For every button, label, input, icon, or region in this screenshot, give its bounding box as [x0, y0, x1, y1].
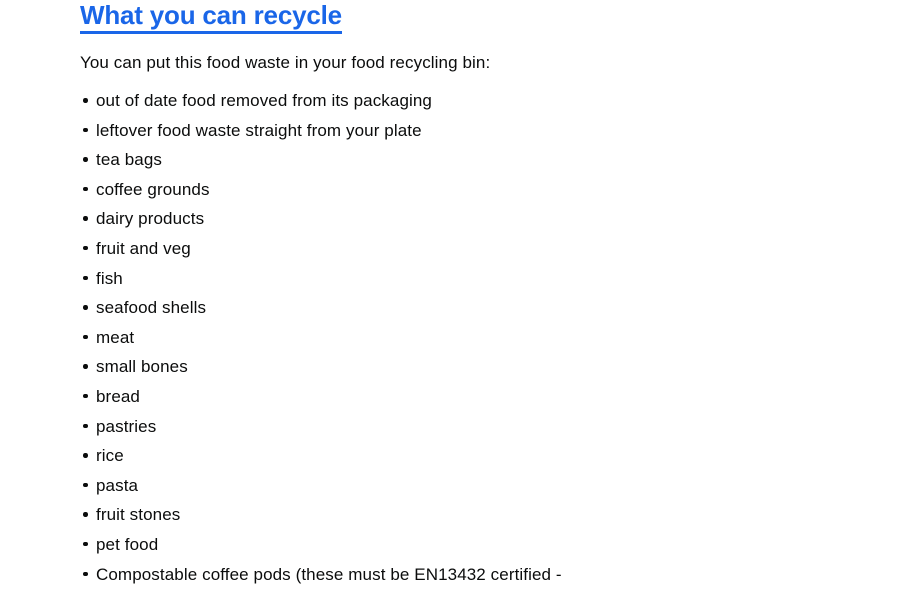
- page-root: What you can recycle You can put this fo…: [0, 0, 900, 600]
- intro-paragraph: You can put this food waste in your food…: [80, 53, 491, 72]
- list-item: Compostable coffee pods (these must be E…: [80, 566, 840, 583]
- list-item: dairy products: [80, 210, 840, 227]
- bullet-icon: [83, 364, 88, 369]
- bullet-icon: [83, 453, 88, 458]
- bullet-icon: [83, 393, 88, 399]
- list-item-label: Compostable coffee pods (these must be E…: [96, 564, 562, 584]
- bullet-icon: [83, 127, 88, 133]
- bullet-icon: [83, 512, 88, 517]
- list-item: meat: [80, 329, 840, 346]
- list-item: small bones: [80, 358, 840, 375]
- bullet-icon: [83, 216, 88, 221]
- bullet-icon: [83, 305, 88, 310]
- bullet-icon: [83, 571, 88, 576]
- list-item-label: fish: [96, 268, 123, 288]
- list-item-label: rice: [96, 446, 124, 466]
- list-item-label: pet food: [96, 534, 159, 554]
- list-item-label: pastries: [96, 416, 157, 436]
- list-item: bread: [80, 388, 840, 405]
- list-item: seafood shells: [80, 299, 840, 316]
- bullet-icon: [83, 98, 88, 103]
- list-item-label: dairy products: [96, 209, 205, 229]
- list-item: pet food: [80, 536, 840, 553]
- list-item-label: pasta: [96, 475, 139, 495]
- list-item-label: leftover food waste straight from your p…: [96, 120, 422, 140]
- recyclable-items-list: out of date food removed from its packag…: [80, 92, 840, 595]
- list-item: coffee grounds: [80, 181, 840, 198]
- bullet-icon: [83, 245, 88, 251]
- content-column: What you can recycle: [80, 0, 700, 34]
- list-item: leftover food waste straight from your p…: [80, 122, 840, 139]
- bullet-icon: [83, 334, 88, 340]
- list-item: tea bags: [80, 151, 840, 168]
- list-item-label: bread: [96, 386, 140, 406]
- bullet-icon: [83, 157, 88, 162]
- list-item: pasta: [80, 477, 840, 494]
- list-item: rice: [80, 447, 840, 464]
- list-item-label: tea bags: [96, 150, 163, 170]
- page-title: What you can recycle: [80, 0, 700, 34]
- list-item: pastries: [80, 418, 840, 435]
- bullet-icon: [83, 186, 88, 192]
- bullet-icon: [83, 482, 88, 488]
- list-item: fruit stones: [80, 506, 840, 523]
- list-item: fruit and veg: [80, 240, 840, 257]
- list-item-label: meat: [96, 327, 135, 347]
- list-item-label: out of date food removed from its packag…: [96, 91, 432, 110]
- bullet-icon: [83, 541, 88, 547]
- list-item-label: coffee grounds: [96, 179, 210, 199]
- list-item-label: fruit stones: [96, 505, 181, 525]
- list-item-label: small bones: [96, 357, 188, 377]
- list-item: out of date food removed from its packag…: [80, 92, 840, 109]
- list-item-label: fruit and veg: [96, 238, 191, 258]
- what-you-can-recycle-link[interactable]: What you can recycle: [80, 0, 342, 34]
- list-item: fish: [80, 270, 840, 287]
- bullet-icon: [83, 423, 88, 429]
- bullet-icon: [83, 275, 88, 281]
- list-item-label: seafood shells: [96, 298, 207, 318]
